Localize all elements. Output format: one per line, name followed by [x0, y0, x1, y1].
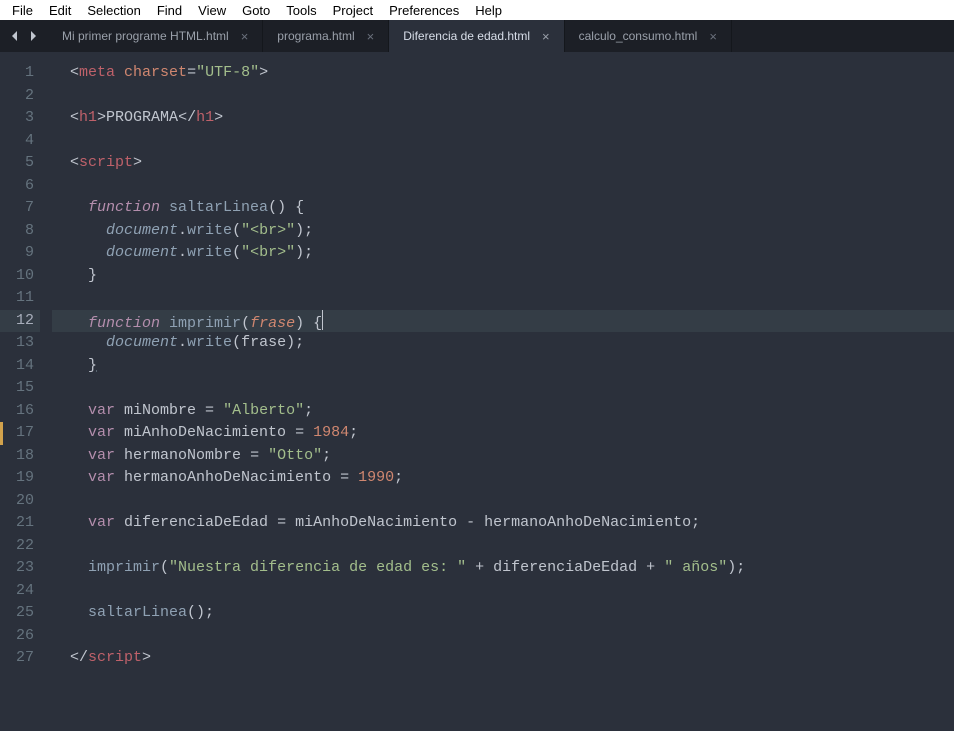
code-line[interactable]: <meta charset="UTF-8"> [52, 62, 954, 85]
close-icon[interactable]: × [241, 30, 249, 43]
menu-find[interactable]: Find [149, 2, 190, 19]
line-number: 21 [0, 512, 40, 535]
code-line[interactable]: var miNombre = "Alberto"; [52, 400, 954, 423]
line-number: 16 [0, 400, 40, 423]
line-number: 2 [0, 85, 40, 108]
line-number: 4 [0, 130, 40, 153]
code-line[interactable] [52, 287, 954, 310]
line-number: 24 [0, 580, 40, 603]
close-icon[interactable]: × [542, 30, 550, 43]
line-number: 23 [0, 557, 40, 580]
modified-line-marker [0, 422, 3, 445]
line-number: 13 [0, 332, 40, 355]
code-line[interactable] [52, 580, 954, 603]
menu-file[interactable]: File [4, 2, 41, 19]
code-line[interactable]: function saltarLinea() { [52, 197, 954, 220]
code-line[interactable]: var hermanoNombre = "Otto"; [52, 445, 954, 468]
tab-nav-arrows[interactable] [0, 20, 48, 52]
code-line[interactable] [52, 625, 954, 648]
code-line[interactable]: </script> [52, 647, 954, 670]
tab-0[interactable]: Mi primer programe HTML.html × [48, 20, 263, 52]
tab-3[interactable]: calculo_consumo.html × [565, 20, 732, 52]
arrow-right-icon [28, 31, 38, 41]
close-icon[interactable]: × [709, 30, 717, 43]
code-line[interactable]: saltarLinea(); [52, 602, 954, 625]
line-number: 14 [0, 355, 40, 378]
code-line[interactable] [52, 175, 954, 198]
line-number: 1 [0, 62, 40, 85]
code-line[interactable]: document.write("<br>"); [52, 242, 954, 265]
code-line[interactable]: <h1>PROGRAMA</h1> [52, 107, 954, 130]
code-editor[interactable]: 1234567891011121314151617181920212223242… [0, 52, 954, 731]
menu-edit[interactable]: Edit [41, 2, 79, 19]
line-number: 15 [0, 377, 40, 400]
code-line[interactable]: <script> [52, 152, 954, 175]
close-icon[interactable]: × [367, 30, 375, 43]
tab-label: calculo_consumo.html [579, 29, 698, 43]
tab-label: programa.html [277, 29, 354, 43]
line-number: 17 [0, 422, 40, 445]
tab-1[interactable]: programa.html × [263, 20, 389, 52]
code-line[interactable] [52, 377, 954, 400]
line-number: 3 [0, 107, 40, 130]
code-content[interactable]: <meta charset="UTF-8"> <h1>PROGRAMA</h1> <… [52, 52, 954, 731]
line-number: 20 [0, 490, 40, 513]
line-number: 26 [0, 625, 40, 648]
line-number: 27 [0, 647, 40, 670]
line-number: 6 [0, 175, 40, 198]
code-line[interactable]: } [52, 265, 954, 288]
code-line[interactable]: } [52, 355, 954, 378]
menu-preferences[interactable]: Preferences [381, 2, 467, 19]
menubar: FileEditSelectionFindViewGotoToolsProjec… [0, 0, 954, 20]
code-line[interactable]: var hermanoAnhoDeNacimiento = 1990; [52, 467, 954, 490]
code-line[interactable]: imprimir("Nuestra diferencia de edad es:… [52, 557, 954, 580]
arrow-left-icon [10, 31, 20, 41]
line-number: 11 [0, 287, 40, 310]
line-number: 18 [0, 445, 40, 468]
menu-project[interactable]: Project [325, 2, 381, 19]
menu-selection[interactable]: Selection [79, 2, 148, 19]
line-number-gutter: 1234567891011121314151617181920212223242… [0, 52, 52, 731]
line-number: 10 [0, 265, 40, 288]
code-line[interactable]: document.write("<br>"); [52, 220, 954, 243]
tab-bar: Mi primer programe HTML.html×programa.ht… [0, 20, 954, 52]
text-cursor [322, 310, 323, 330]
code-line[interactable] [52, 130, 954, 153]
code-line[interactable]: var diferenciaDeEdad = miAnhoDeNacimient… [52, 512, 954, 535]
tab-2[interactable]: Diferencia de edad.html × [389, 20, 564, 52]
line-number: 25 [0, 602, 40, 625]
code-line[interactable] [52, 85, 954, 108]
line-number: 9 [0, 242, 40, 265]
line-number: 5 [0, 152, 40, 175]
code-line[interactable]: function imprimir(frase) { [52, 310, 954, 333]
menu-tools[interactable]: Tools [278, 2, 324, 19]
menu-goto[interactable]: Goto [234, 2, 278, 19]
code-line[interactable]: document.write(frase); [52, 332, 954, 355]
line-number: 19 [0, 467, 40, 490]
tab-label: Diferencia de edad.html [403, 29, 530, 43]
line-number: 7 [0, 197, 40, 220]
line-number: 12 [0, 310, 40, 333]
tab-label: Mi primer programe HTML.html [62, 29, 229, 43]
code-line[interactable] [52, 490, 954, 513]
menu-view[interactable]: View [190, 2, 234, 19]
code-line[interactable]: var miAnhoDeNacimiento = 1984; [52, 422, 954, 445]
code-line[interactable] [52, 535, 954, 558]
line-number: 22 [0, 535, 40, 558]
line-number: 8 [0, 220, 40, 243]
menu-help[interactable]: Help [467, 2, 510, 19]
